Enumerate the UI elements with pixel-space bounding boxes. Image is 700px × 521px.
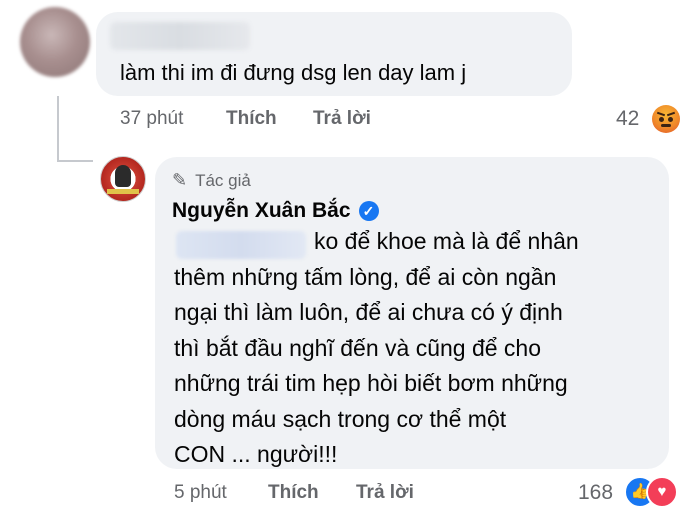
reply-like-button[interactable]: Thích [268, 482, 319, 504]
reply-reactions[interactable]: 👍 ♥ [624, 476, 678, 508]
thread-line [57, 96, 59, 162]
comment-reaction-count[interactable]: 42 [616, 107, 639, 131]
comment-like-button[interactable]: Thích [226, 108, 277, 130]
love-icon: ♥ [646, 476, 678, 508]
angry-emoji-icon[interactable] [652, 105, 680, 133]
commenter-name-blurred[interactable] [110, 22, 250, 50]
verified-badge-icon: ✓ [358, 201, 379, 221]
comment-text: làm thi im đi đưng dsg len day lam j [120, 60, 467, 85]
reply-time[interactable]: 5 phút [174, 482, 227, 504]
reply-reaction-count[interactable]: 168 [578, 481, 613, 505]
pencil-icon: ✎ [172, 170, 188, 190]
commenter-avatar[interactable] [20, 7, 90, 77]
author-name-row: Nguyễn Xuân Bắc ✓ [172, 199, 379, 223]
reply-reply-button[interactable]: Trả lời [356, 482, 414, 504]
author-badge: ✎ Tác giả [172, 170, 251, 191]
author-badge-label: Tác giả [195, 170, 251, 190]
thread-line-branch [57, 160, 93, 162]
comment-reply-button[interactable]: Trả lời [313, 108, 371, 130]
author-avatar[interactable] [100, 156, 146, 202]
comment-time[interactable]: 37 phút [120, 108, 183, 130]
reply-text: ko để khoe mà là để nhân thêm những tấm … [174, 228, 579, 467]
author-name[interactable]: Nguyễn Xuân Bắc [172, 199, 351, 223]
